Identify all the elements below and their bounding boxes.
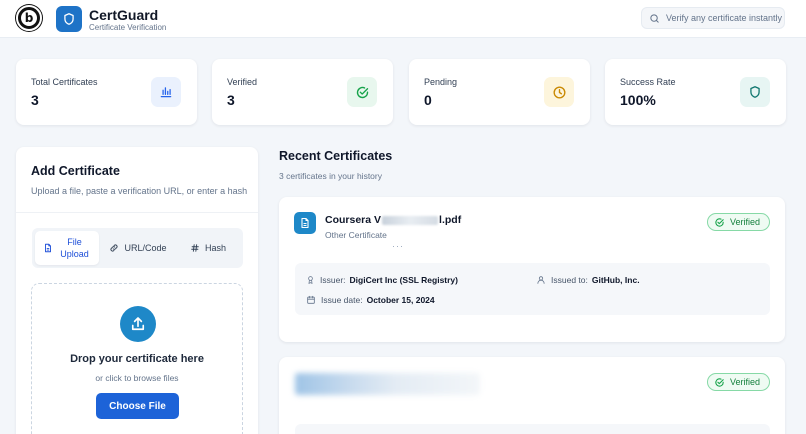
status-badge: Verified [706, 213, 770, 231]
stat-value: 3 [227, 92, 235, 108]
app-name: CertGuard [89, 7, 159, 23]
stat-value: 0 [424, 92, 432, 108]
certificate-name: Coursera Vl.pdf [325, 214, 462, 226]
divider [16, 212, 258, 213]
certificate-details [295, 424, 770, 434]
search-icon [650, 13, 659, 23]
redacted-certificate-name [295, 373, 480, 395]
panel-title: Add Certificate [31, 164, 120, 178]
more-indicator: ··· [392, 241, 404, 251]
drop-subtitle: or click to browse files [95, 373, 179, 383]
tab-label: File Upload [60, 237, 89, 259]
link-icon [110, 244, 119, 252]
check-circle-icon [347, 77, 377, 107]
issuer-row: Issuer: DigiCert Inc (SSL Registry) [306, 275, 458, 285]
tab-hash[interactable]: Hash [177, 231, 239, 265]
calendar-icon [307, 295, 315, 304]
check-circle-icon [715, 377, 724, 387]
user-icon [537, 276, 545, 284]
status-badge: Verified [706, 373, 770, 391]
hash-icon [191, 244, 199, 252]
panel-subtitle: Upload a file, paste a verification URL,… [31, 186, 248, 196]
stat-label: Success Rate [620, 77, 676, 87]
certificate-card[interactable]: Coursera Vl.pdf Other Certificate ··· Ve… [279, 197, 785, 342]
search-placeholder: Verify any certificate instantly [666, 13, 783, 23]
search-input[interactable]: Verify any certificate instantly [641, 7, 785, 29]
award-icon [308, 276, 313, 285]
clock-icon [544, 77, 574, 107]
stat-value: 100% [620, 92, 656, 108]
stat-label: Pending [424, 77, 458, 87]
drop-title: Drop your certificate here [70, 353, 204, 365]
file-dropzone[interactable]: Drop your certificate here or click to b… [31, 283, 243, 434]
input-method-tabs: File Upload URL/Code Hash [32, 228, 243, 268]
stat-card-total: Total Certificates 3 [16, 59, 197, 125]
tab-file-upload[interactable]: File Upload [35, 231, 99, 265]
app-subtitle: Certificate Verification [89, 23, 167, 32]
stat-value: 3 [31, 92, 39, 108]
tab-label: URL/Code [124, 243, 167, 253]
file-icon [44, 243, 51, 253]
choose-file-button[interactable]: Choose File [96, 393, 179, 419]
redacted-text [382, 215, 439, 225]
issued-to-row: Issued to: GitHub, Inc. [536, 275, 640, 285]
tab-label: Hash [204, 243, 226, 253]
shield-logo-icon [56, 6, 82, 32]
stat-card-success-rate: Success Rate 100% [605, 59, 786, 125]
stat-label: Total Certificates [31, 77, 98, 87]
shield-icon [740, 77, 770, 107]
stat-card-pending: Pending 0 [409, 59, 590, 125]
certificate-card[interactable]: Verified [279, 357, 785, 434]
top-header: b CertGuard Certificate Verification Ver… [0, 0, 806, 38]
upload-icon [120, 306, 156, 342]
document-icon [294, 212, 316, 234]
bar-chart-icon [151, 77, 181, 107]
recent-title: Recent Certificates [279, 149, 393, 163]
certificate-type: Other Certificate [325, 230, 387, 240]
issue-date-row: Issue date: October 15, 2024 [306, 295, 435, 305]
extension-logo-icon[interactable]: b [16, 5, 42, 31]
certificate-details: Issuer: DigiCert Inc (SSL Registry) Issue… [295, 263, 770, 315]
tab-url-code[interactable]: URL/Code [104, 231, 172, 265]
stat-card-verified: Verified 3 [212, 59, 393, 125]
stat-label: Verified [227, 77, 258, 87]
recent-subtitle: 3 certificates in your history [279, 171, 382, 181]
add-certificate-panel: Add Certificate Upload a file, paste a v… [16, 147, 258, 434]
check-circle-icon [715, 217, 724, 227]
